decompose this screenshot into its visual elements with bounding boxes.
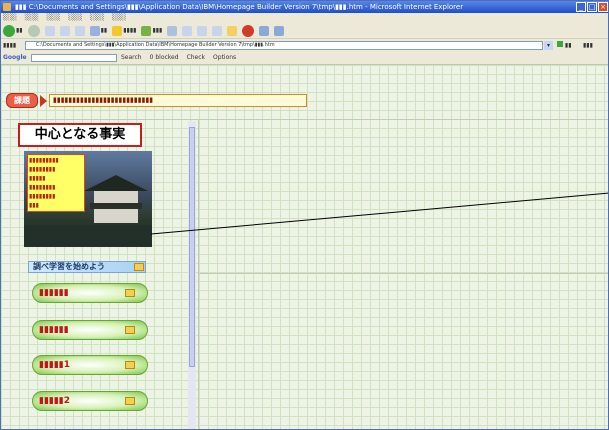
connector-line: [150, 192, 608, 235]
pointer-line: [150, 192, 608, 235]
browser-window: ▮▮▮ C:\Documents and Settings\▮▮▮\Applic…: [0, 0, 609, 430]
